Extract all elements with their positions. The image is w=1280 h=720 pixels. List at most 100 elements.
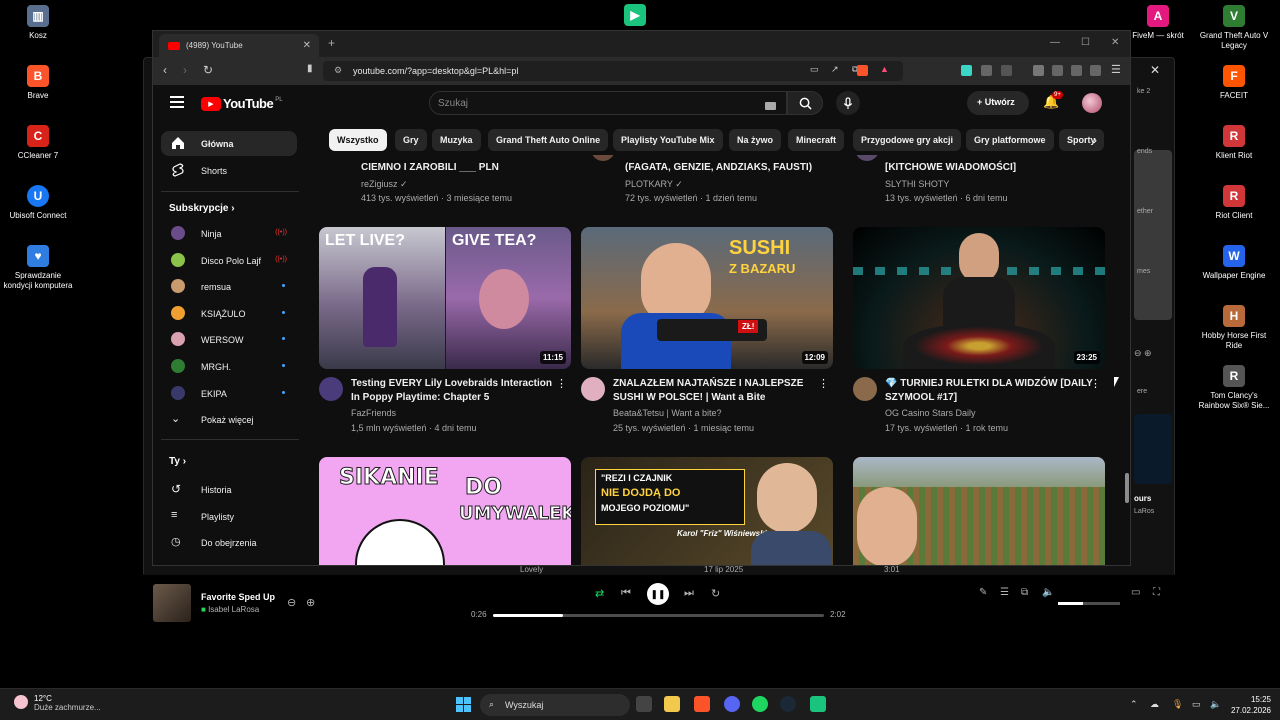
- brave-shields-icon[interactable]: [857, 65, 868, 76]
- task-view-icon[interactable]: [636, 696, 652, 712]
- chip-all[interactable]: Wszystko: [329, 129, 387, 151]
- scrollbar-thumb[interactable]: [1125, 473, 1129, 503]
- pencil-icon[interactable]: ✎: [979, 587, 987, 598]
- channel-avatar[interactable]: [319, 377, 343, 401]
- share-icon[interactable]: ↗: [831, 64, 839, 75]
- tab-youtube[interactable]: (4989) YouTube ✕: [159, 34, 319, 57]
- sidebar-sub-ksiazulo[interactable]: KSIĄŻULO: [161, 301, 297, 326]
- spotify-icon[interactable]: [752, 696, 768, 712]
- desktop-icon-ccleaner[interactable]: C CCleaner 7: [0, 125, 76, 161]
- video-thumbnail[interactable]: LET LIVE? GIVE TEA? 11:15: [319, 227, 571, 369]
- reload-icon[interactable]: ↻: [203, 63, 213, 77]
- channel-avatar[interactable]: [581, 377, 605, 401]
- brave-rewards-icon[interactable]: ▲: [880, 64, 889, 74]
- sidebar-sub-mrgh[interactable]: MRGH.: [161, 354, 297, 379]
- video-title[interactable]: (FAGATA, GENZIE, ANDZIAKS, FAUSTI): [625, 161, 835, 175]
- subscriptions-heading[interactable]: Subskrypcje ›: [169, 203, 235, 214]
- cloud-icon[interactable]: ☁: [1150, 699, 1159, 710]
- sidebar-sub-remsua[interactable]: remsua: [161, 274, 297, 299]
- brave-icon[interactable]: [694, 696, 710, 712]
- minus-circle-icon[interactable]: ⊖: [287, 596, 296, 609]
- album-cover[interactable]: [153, 584, 191, 622]
- channel-name[interactable]: OG Casino Stars Daily: [885, 408, 976, 418]
- puzzle-icon[interactable]: [981, 65, 992, 76]
- sidebar-item-history[interactable]: ↺ Historia: [161, 477, 297, 502]
- more-options-icon[interactable]: ⋮: [1090, 377, 1101, 390]
- chip-minecraft[interactable]: Minecraft: [788, 129, 845, 151]
- pause-button[interactable]: ❚❚: [647, 583, 669, 605]
- channel-name[interactable]: SLYTHI SHOTY: [885, 179, 949, 189]
- create-button[interactable]: + Utwórz: [967, 91, 1029, 115]
- clock[interactable]: 15:25 27.02.2026: [1223, 694, 1271, 716]
- bookmark-icon[interactable]: ▮: [307, 63, 313, 74]
- channel-name[interactable]: FazFriends: [351, 408, 396, 418]
- fullscreen-icon[interactable]: ⛶: [1153, 587, 1160, 598]
- chevron-right-icon[interactable]: ›: [1093, 133, 1097, 147]
- chip-live[interactable]: Na żywo: [729, 129, 782, 151]
- desktop-icon-recycle-bin[interactable]: ▥ Kosz: [0, 5, 76, 41]
- more-options-icon[interactable]: ⋮: [818, 377, 829, 390]
- youtube-logo[interactable]: ▶ YouTube PL: [201, 96, 283, 111]
- video-thumbnail[interactable]: [853, 457, 1105, 565]
- wallet-icon[interactable]: [1052, 65, 1063, 76]
- channel-name[interactable]: PLOTKARY ✓: [625, 179, 683, 190]
- back-icon[interactable]: ‹: [163, 63, 167, 77]
- url-text[interactable]: youtube.com/?app=desktop&gl=PL&hl=pl: [353, 66, 518, 76]
- weather-widget[interactable]: 12°C Duże zachmurze...: [34, 694, 101, 712]
- desktop-icon-rainbow-six[interactable]: R Tom Clancy's Rainbow Six® Sie...: [1196, 365, 1272, 411]
- video-title[interactable]: Testing EVERY Lily Lovebraids Interactio…: [351, 377, 561, 405]
- chip-youtube-mix[interactable]: Playlisty YouTube Mix: [613, 129, 723, 151]
- minimize-icon[interactable]: —: [1050, 37, 1060, 48]
- close-window-icon[interactable]: ✕: [1111, 37, 1119, 48]
- sidebar-icon[interactable]: [1033, 65, 1044, 76]
- steam-icon[interactable]: [780, 696, 796, 712]
- shuffle-icon[interactable]: ⇄: [595, 587, 604, 600]
- volume-icon[interactable]: 🔈: [1210, 699, 1221, 710]
- channel-name[interactable]: reZigiusz ✓: [361, 179, 408, 190]
- file-explorer-icon[interactable]: [664, 696, 680, 712]
- desktop-icon-fivem[interactable]: A FiveM — skrót: [1120, 5, 1196, 41]
- plus-circle-icon[interactable]: ⊕: [306, 596, 315, 609]
- desktop-icon-klient-riot[interactable]: R Klient Riot: [1196, 125, 1272, 161]
- chip-action-adventure[interactable]: Przygodowe gry akcji: [853, 129, 962, 151]
- start-button[interactable]: [456, 697, 471, 712]
- channel-name[interactable]: Beata&Tetsu | Want a bite?: [613, 408, 722, 418]
- video-thumbnail[interactable]: 23:25: [853, 227, 1105, 369]
- sidebar-sub-ninja[interactable]: Ninja ((•)): [161, 221, 297, 246]
- desktop-icon-hobby-horse[interactable]: H Hobby Horse First Ride: [1196, 305, 1272, 351]
- steam-link-icon[interactable]: [810, 696, 826, 712]
- chip-games[interactable]: Gry: [395, 129, 427, 151]
- network-icon[interactable]: ▭: [1192, 699, 1201, 710]
- repeat-icon[interactable]: ↻: [711, 587, 720, 600]
- screenshot-icon[interactable]: [1001, 65, 1012, 76]
- new-tab-button[interactable]: +: [328, 36, 335, 50]
- sidebar-sub-disco-polo-lajf[interactable]: Disco Polo Lajf ((•)): [161, 248, 297, 273]
- sidebar-item-playlists[interactable]: ≡ Playlisty: [161, 504, 297, 529]
- desktop-icon-ubisoft[interactable]: U Ubisoft Connect: [0, 185, 76, 221]
- minus-circle-icon[interactable]: ⊖ ⊕: [1134, 348, 1152, 359]
- voice-search-button[interactable]: [836, 91, 860, 115]
- previous-icon[interactable]: ⏮: [621, 587, 631, 600]
- volume-icon[interactable]: 🔈: [1042, 587, 1054, 598]
- video-title[interactable]: 💎 TURNIEJ RULETKI DLA WIDZÓW [DAILY SZYM…: [885, 377, 1095, 405]
- leo-icon[interactable]: [1071, 65, 1082, 76]
- next-icon[interactable]: ⏭: [684, 587, 694, 600]
- forward-icon[interactable]: ›: [183, 63, 187, 77]
- progress-bar[interactable]: [493, 614, 824, 617]
- video-title[interactable]: ZNALAZŁEM NAJTAŃSZE I NAJLEPSZE SUSHI W …: [613, 377, 823, 405]
- chip-gta-online[interactable]: Grand Theft Auto Online: [488, 129, 609, 151]
- chip-platformers[interactable]: Gry platformowe: [966, 129, 1054, 151]
- vpn-icon[interactable]: [1090, 65, 1101, 76]
- track-artist[interactable]: ■ Isabel LaRosa: [201, 605, 259, 614]
- taskbar-search[interactable]: ⌕ Wyszukaj: [480, 694, 630, 716]
- sidebar-sub-ekipa[interactable]: EKIPA: [161, 381, 297, 406]
- extension-icon[interactable]: [961, 65, 972, 76]
- keyboard-icon[interactable]: [765, 102, 776, 110]
- desktop-icon-wallpaper-engine[interactable]: W Wallpaper Engine: [1196, 245, 1272, 281]
- sidebar-sub-wersow[interactable]: WERSOW: [161, 327, 297, 352]
- menu-icon[interactable]: ☰: [1111, 63, 1121, 76]
- desktop-icon-brave[interactable]: B Brave: [0, 65, 76, 101]
- queue-icon[interactable]: ☰: [1000, 587, 1009, 598]
- desktop-icon-riot-client[interactable]: R Riot Client: [1196, 185, 1272, 221]
- search-input[interactable]: Szukaj: [429, 91, 787, 115]
